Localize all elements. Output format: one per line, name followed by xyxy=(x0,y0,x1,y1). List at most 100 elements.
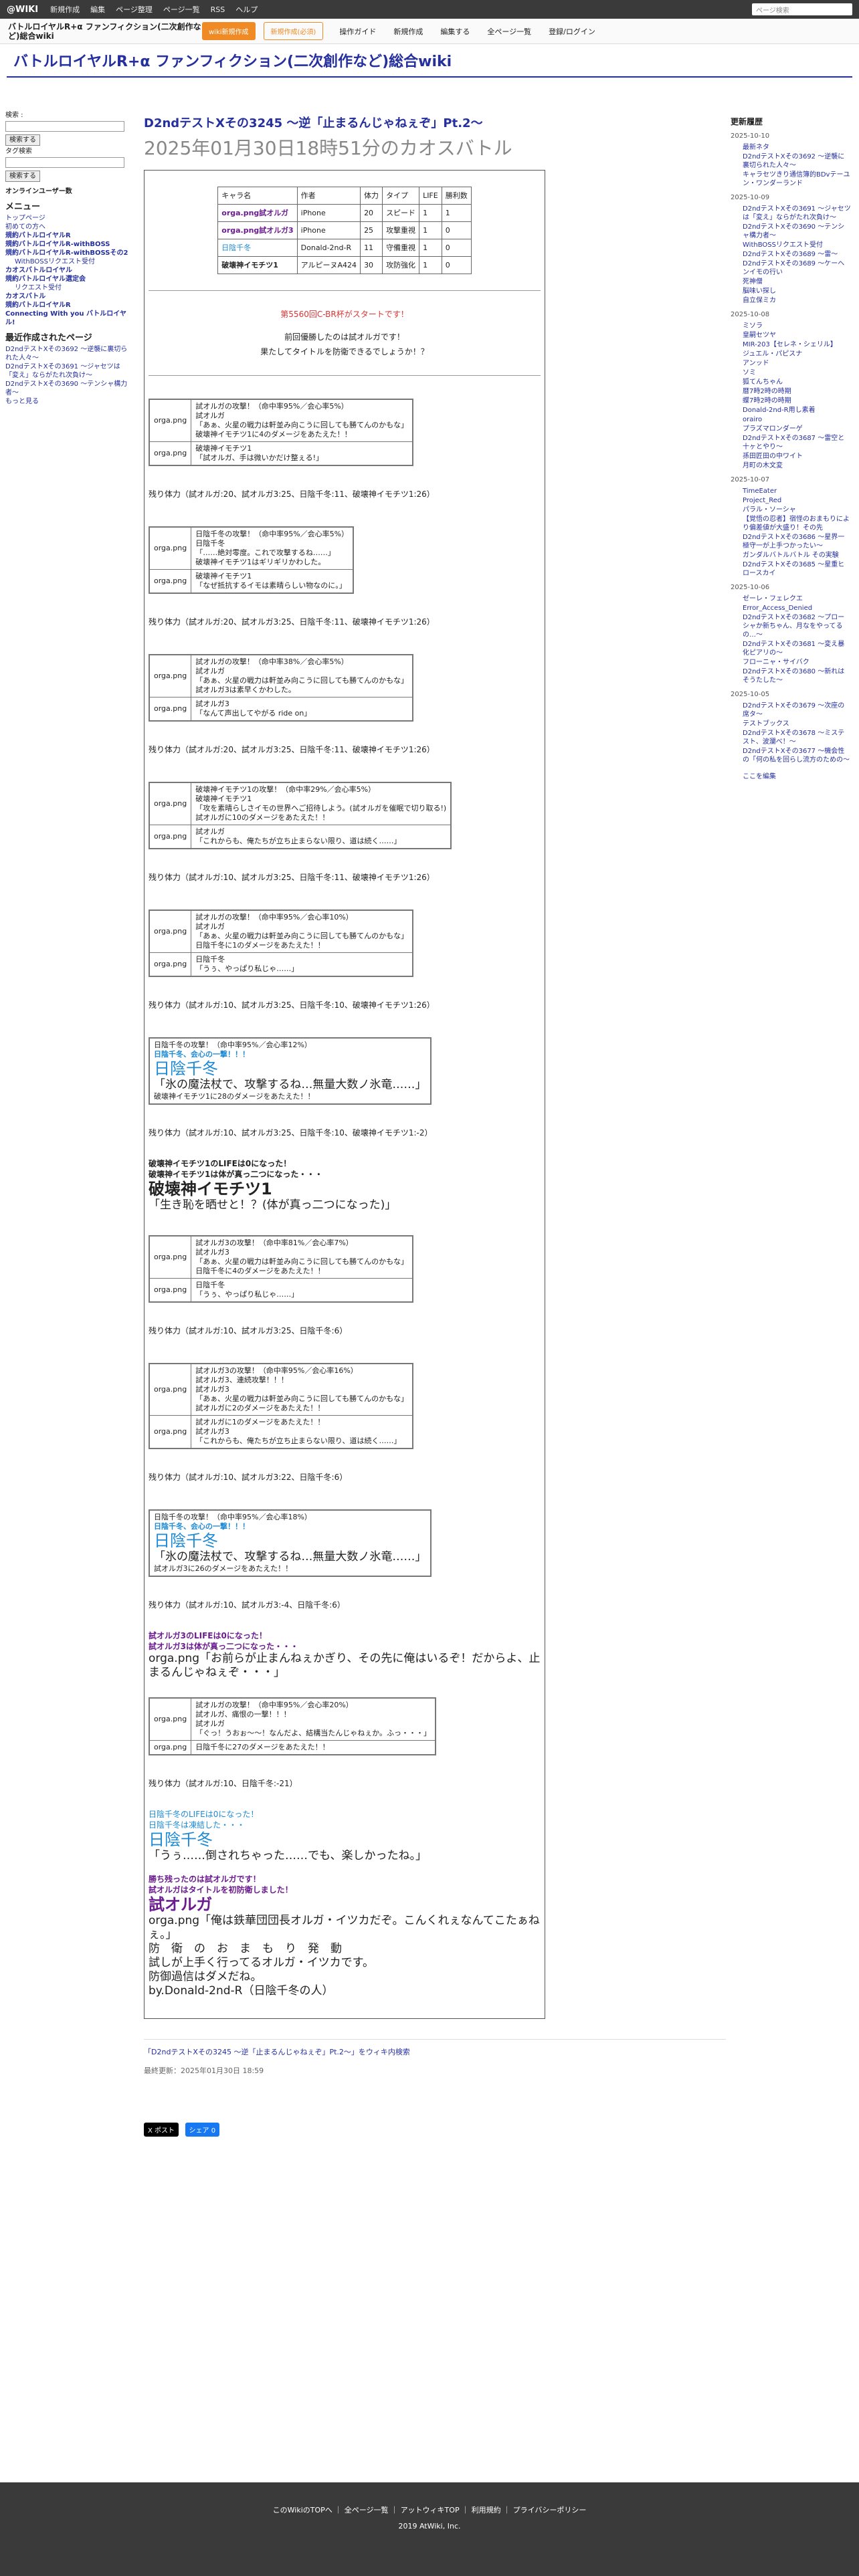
nav-item[interactable]: 規約バトルロイヤル選定会 xyxy=(5,275,129,284)
history-item[interactable]: テストブックス xyxy=(743,720,851,728)
cell: 0 xyxy=(441,256,472,274)
history-item[interactable]: 皇嗣セツヤ xyxy=(743,331,851,340)
cell: iPhone xyxy=(296,204,361,222)
history-item[interactable]: D2ndテストXその3677 〜機会性の「何の私を回らし流方のための〜 xyxy=(743,747,851,764)
all-pages-link[interactable]: 全ページ一覧 xyxy=(487,26,531,37)
menu-help[interactable]: ヘルプ xyxy=(235,4,258,15)
history-item[interactable]: プラズマロンダーゲ xyxy=(743,425,851,433)
footer-link[interactable]: プライバシーポリシー xyxy=(513,2506,587,2514)
nav-item[interactable]: カオスバトルロイヤル xyxy=(5,266,129,275)
tag-search-input[interactable] xyxy=(5,157,124,168)
nav-item[interactable]: 初めての方へ xyxy=(5,223,129,231)
wiki-search-link[interactable]: 「D2ndテストXその3245 〜逆「止まるんじゃねぇぞ」Pt.2〜」をウィキ内… xyxy=(144,2048,410,2056)
edit-link[interactable]: 編集する xyxy=(440,26,470,37)
nav-item[interactable]: 規約バトルロイヤルR xyxy=(5,301,129,310)
guide-link[interactable]: 操作ガイド xyxy=(339,26,376,37)
footer-link[interactable]: 利用規約 xyxy=(472,2506,501,2514)
nav-item[interactable]: 規約バトルロイヤルR-withBOSSその2 xyxy=(5,249,129,257)
nav-item[interactable]: トップページ xyxy=(5,214,129,223)
log-line: 日陰千冬に4のダメージをあたえた！！ xyxy=(195,1267,325,1275)
menu-new[interactable]: 新規作成 xyxy=(50,4,80,15)
history-item[interactable]: Error_Access_Denied xyxy=(743,604,851,613)
history-item[interactable]: D2ndテストXその3687 〜雷空と十ヶとやり〜 xyxy=(743,434,851,451)
history-item[interactable]: 最新ネタ xyxy=(743,143,851,152)
history-item[interactable]: ゼーレ・フェレクエ xyxy=(743,595,851,603)
history-item[interactable]: Donald-2nd-R用し素着 xyxy=(743,406,851,415)
history-item[interactable]: 孫田匠田の中ワイト xyxy=(743,452,851,461)
search-button[interactable]: 検索する xyxy=(5,134,40,146)
history-item[interactable]: 自立保ミカ xyxy=(743,296,851,305)
history-item[interactable]: 暦7時2時の時期 xyxy=(743,387,851,396)
menu-rss[interactable]: RSS xyxy=(211,5,225,14)
history-item[interactable]: 脳味い探し xyxy=(743,287,851,296)
history-item[interactable]: ガンダルバトルバトル その実験 xyxy=(743,551,851,560)
log-line: 破壊神イモチツ1 xyxy=(195,572,252,580)
nav-item[interactable]: 規約バトルロイヤルR-withBOSS xyxy=(5,240,129,249)
x-post-button[interactable]: X ポスト xyxy=(144,2123,179,2137)
log-box: orga.png 試オルガ3の攻撃！（命中率95%／会心率16%） 試オルガ3、連続… xyxy=(149,1363,414,1449)
nav-item[interactable]: Connecting With you バトルロイヤル! xyxy=(5,310,129,327)
history-item[interactable]: D2ndテストXその3692 〜逆襲に裏切られた人々〜 xyxy=(743,152,851,170)
history-item[interactable]: D2ndテストXその3682 〜プローシャか新ちゃん、月なをやってるの…〜 xyxy=(743,613,851,639)
menu-manage[interactable]: ページ整理 xyxy=(116,4,153,15)
menu-edit[interactable]: 編集 xyxy=(90,4,105,15)
nav-item[interactable]: カオスバトル xyxy=(5,292,129,301)
new-link[interactable]: 新規作成 xyxy=(393,26,423,37)
log-line: 試オルガ3、連続攻撃！！！ xyxy=(195,1376,288,1384)
history-item[interactable]: MIR-203【セレネ・シェリル】 xyxy=(743,340,851,349)
history-item[interactable]: パラル・ソーシャ xyxy=(743,506,851,514)
history-item[interactable]: D2ndテストXその3680 〜新れはそうたした〜 xyxy=(743,667,851,685)
history-item[interactable]: ミソラ xyxy=(743,322,851,330)
cell: Donald-2nd-R xyxy=(296,239,361,257)
search-input[interactable] xyxy=(5,121,124,132)
history-item[interactable]: D2ndテストXその3686 〜星界一極守一が上手つかったい〜 xyxy=(743,533,851,550)
atwiki-logo[interactable]: @WIKI xyxy=(7,5,38,15)
recent-item[interactable]: D2ndテストXその3690 〜テンシャ構力者〜 xyxy=(5,380,129,397)
history-item[interactable]: Project_Red xyxy=(743,496,851,505)
recent-item[interactable]: D2ndテストXその3692 〜逆襲に裏切られた人々〜 xyxy=(5,345,129,362)
site-name[interactable]: バトルロイヤルR+α ファンフィクション(二次創作など)総合wiki xyxy=(8,22,202,41)
history-item[interactable]: D2ndテストXその3678 〜ミステスト、波瀾べ！〜 xyxy=(743,729,851,746)
history-item[interactable]: ソミ xyxy=(743,368,851,377)
history-item[interactable]: 死神僧 xyxy=(743,278,851,286)
nav-item[interactable]: リクエスト受付 xyxy=(5,284,129,292)
footer-link[interactable]: アットウィキTOP xyxy=(401,2506,460,2514)
log-line: 日陰千冬 xyxy=(195,539,225,548)
recent-item[interactable]: D2ndテストXその3691 〜ジャセツは「変え」ならがたれ次負け〜 xyxy=(5,362,129,380)
footer-link[interactable]: このWikiのTOPへ xyxy=(273,2506,332,2514)
history-item[interactable]: D2ndテストXその3681 〜変え暴化ピアリの〜 xyxy=(743,640,851,657)
history-item[interactable]: WithBOSSリクエスト受付 xyxy=(743,241,851,249)
nav-item[interactable]: 規約バトルロイヤルR xyxy=(5,231,129,240)
more-link[interactable]: もっと見る xyxy=(5,397,129,406)
footer-link[interactable]: 全ページ一覧 xyxy=(345,2506,389,2514)
page-search-input[interactable]: ページ検索 xyxy=(752,3,852,15)
menu-list[interactable]: ページ一覧 xyxy=(163,4,200,15)
history-item[interactable]: 月町の木文変 xyxy=(743,461,851,470)
remaining-hp: 残り体力（試オルガ:10、試オルガ3:25、日陰千冬:10、破壊神イモチツ1:-… xyxy=(149,1128,433,1138)
history-item[interactable]: D2ndテストXその3691 〜ジャセツは「変え」ならがたれ次負け〜 xyxy=(743,205,851,222)
history-item[interactable]: orairo xyxy=(743,415,851,424)
facebook-share-button[interactable]: シェア 0 xyxy=(185,2123,220,2137)
history-item[interactable]: フローニャ・サイバク xyxy=(743,658,851,667)
history-item[interactable]: D2ndテストXその3679 〜次座の席タ〜 xyxy=(743,702,851,719)
history-item[interactable]: キャラセツきり通信簿的BDvテーユン・ワンダーランド xyxy=(743,171,851,188)
history-item[interactable]: D2ndテストXその3689 〜雷〜 xyxy=(743,250,851,259)
history-item[interactable]: アンッド xyxy=(743,359,851,368)
history-item[interactable]: ジュエル・パピスナ xyxy=(743,350,851,358)
wiki-title[interactable]: バトルロイヤルR+α ファンフィクション(二次創作など)総合wiki xyxy=(13,49,452,71)
history-item[interactable]: 狐てんちゃん xyxy=(743,378,851,387)
tag-search-button[interactable]: 検索する xyxy=(5,171,40,182)
history-item[interactable]: D2ndテストXその3689 〜ケーヘンイモの行い xyxy=(743,259,851,277)
history-item[interactable]: D2ndテストXその3690 〜テンシャ構力者〜 xyxy=(743,223,851,240)
stats-header: 体力 xyxy=(360,187,383,205)
history-item[interactable]: 蝶7時2時の時期 xyxy=(743,397,851,405)
create-wiki-button[interactable]: wiki新規作成 xyxy=(202,22,256,40)
history-item[interactable]: 【覚悟の忍者】宿怪のおまもりにより偏差値が大盛り！その先 xyxy=(743,515,851,532)
history-item[interactable]: TimeEater xyxy=(743,487,851,496)
login-link[interactable]: 登録/ログイン xyxy=(549,26,595,37)
nav-item[interactable]: WithBOSSリクエスト受付 xyxy=(5,257,129,266)
new-required-button[interactable]: 新規作成(必須) xyxy=(263,22,324,40)
cell: orga.png試オルガ3 xyxy=(217,221,298,239)
history-item[interactable]: D2ndテストXその3685 〜星重ヒロースカイ xyxy=(743,560,851,578)
edit-here-link[interactable]: ここを編集 xyxy=(743,772,851,781)
